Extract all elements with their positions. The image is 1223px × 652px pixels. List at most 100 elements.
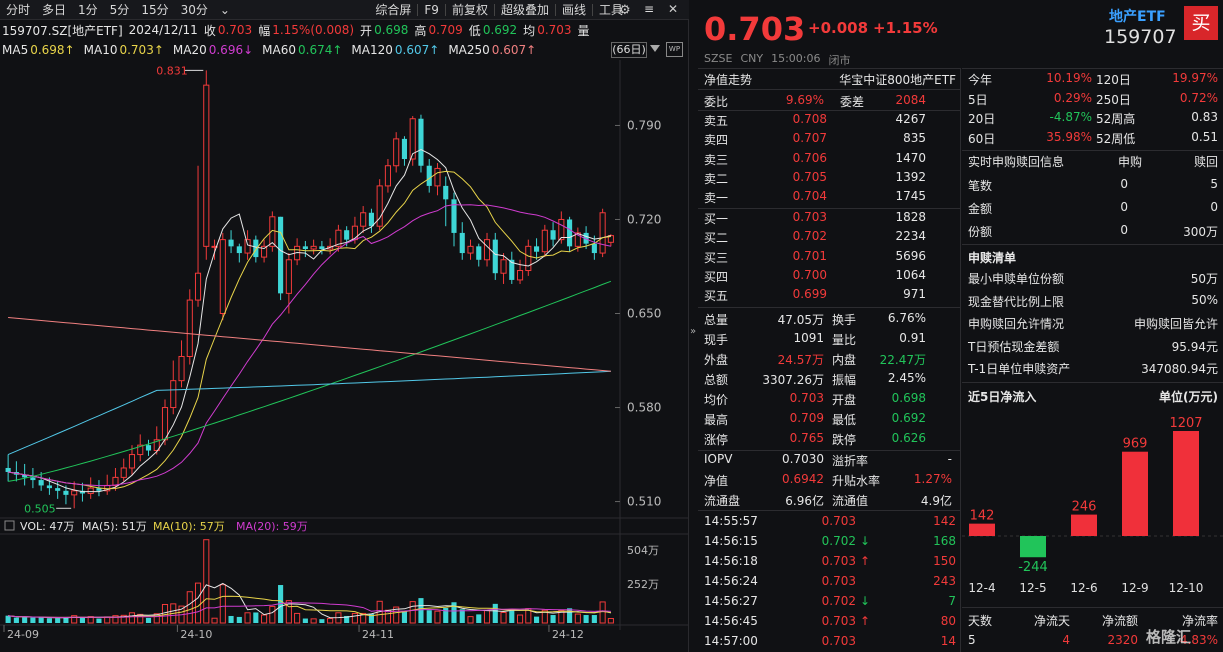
iopv-value: - xyxy=(947,452,952,466)
summary-value: 2320 xyxy=(1107,633,1138,647)
divider xyxy=(962,382,1223,383)
volume-bar xyxy=(591,615,597,623)
volume-bar xyxy=(351,612,358,624)
stat-label: 总额 xyxy=(704,373,729,387)
trade-volume: 150 xyxy=(933,554,956,568)
buy-button[interactable]: 买 xyxy=(1184,6,1218,40)
ma-label-ma60: MA60 xyxy=(262,43,296,57)
stat-label: 外盘 xyxy=(704,353,729,367)
stat-label: 总量 xyxy=(704,313,729,327)
ask-volume: 835 xyxy=(903,131,926,146)
candle-body xyxy=(310,245,317,250)
dropdown-triangle-icon[interactable] xyxy=(650,45,660,52)
bid-volume: 1064 xyxy=(895,267,926,282)
ask-volume: 4267 xyxy=(895,112,926,126)
ma-label-ma10: MA10 xyxy=(83,43,118,57)
trade-price: 0.703 xyxy=(821,634,856,648)
subscribe-row-label: 金额 xyxy=(968,202,993,216)
iopv-label: IOPV xyxy=(704,452,733,466)
forward-adjust-button[interactable]: 前复权 xyxy=(446,1,494,18)
creation-list-label: 现金替代比例上限 xyxy=(968,294,1065,309)
iopv-value: 1.27% xyxy=(913,472,952,486)
tab-1min[interactable]: 1分 xyxy=(72,1,104,18)
stat-value: 1091 xyxy=(793,331,824,345)
kline-chart[interactable]: 0.790 0.720 0.650 0.580 0.510 0.831 0.505 VOL: … xyxy=(0,60,688,652)
candle-body xyxy=(128,454,136,469)
volume-bar xyxy=(145,617,152,623)
close-icon[interactable]: ✕ xyxy=(668,2,678,16)
inflow-unit: 单位(万元) xyxy=(1159,390,1218,404)
perf-value: 35.98% xyxy=(1046,129,1092,144)
inflow-date-label: 12-4 xyxy=(968,581,995,595)
overlay-button[interactable]: 超级叠加 xyxy=(495,1,555,18)
more-periods-icon[interactable]: ⌄ xyxy=(214,3,236,17)
volume-bar xyxy=(534,616,540,623)
bid-price: 0.700 xyxy=(792,267,827,282)
menu-icon[interactable]: ≡ xyxy=(644,2,654,16)
inflow-bar-label: -244 xyxy=(1018,560,1048,575)
candle-body xyxy=(459,232,465,254)
redeem-value: 300万 xyxy=(1183,225,1218,239)
volume-bar xyxy=(327,618,334,624)
inflow-bar xyxy=(1173,431,1199,536)
candle-body xyxy=(178,355,185,382)
vol-label: 量 xyxy=(577,23,590,38)
subscribe-value: 0 xyxy=(1120,177,1128,191)
etf-code: 159707 xyxy=(1104,26,1177,48)
ask-price: 0.704 xyxy=(792,189,827,204)
stat-value: 0.692 xyxy=(891,411,926,425)
stat-value: 0.698 xyxy=(891,391,926,405)
tab-intraday[interactable]: 分时 xyxy=(0,1,36,18)
bid-volume: 5696 xyxy=(895,248,926,263)
ma60-line xyxy=(8,280,612,482)
ma5-line xyxy=(8,149,612,493)
min-price-label: 0.505 xyxy=(24,502,56,515)
amp-value: 1.15%(0.008) xyxy=(272,23,355,37)
exchange: SZSE xyxy=(704,52,733,65)
wp-icon[interactable]: WP xyxy=(666,42,683,57)
avg-label: 均 xyxy=(523,23,536,38)
trade-time: 14:56:24 xyxy=(704,574,758,588)
ma-label-ma250: MA250 xyxy=(448,43,490,57)
bid-level-label: 买一 xyxy=(704,212,729,226)
volume-bar xyxy=(401,611,408,623)
f9-button[interactable]: F9 xyxy=(418,3,445,17)
perf-label: 今年 xyxy=(968,73,993,87)
composite-screen-button[interactable]: 综合屏 xyxy=(369,1,417,18)
stat-label: 现手 xyxy=(704,333,729,347)
ma250-line xyxy=(8,317,611,372)
perf-value: 0.72% xyxy=(1179,90,1218,105)
trade-volume: 168 xyxy=(933,534,956,548)
candle-body xyxy=(360,212,367,227)
tab-30min[interactable]: 30分 xyxy=(175,1,214,18)
days-selector[interactable]: (66日) xyxy=(611,42,647,58)
ask-level-label: 卖三 xyxy=(704,152,729,167)
subscribe-row-label: 笔数 xyxy=(968,179,993,193)
candle-body xyxy=(253,239,259,258)
volume-bar xyxy=(186,591,193,624)
volume-bar xyxy=(244,612,251,624)
gear-icon[interactable]: ⚙ xyxy=(619,3,631,18)
candle-body xyxy=(591,243,597,254)
draw-line-button[interactable]: 画线 xyxy=(556,1,592,18)
price-tick-label: 0.790 xyxy=(627,118,661,132)
volume-bar xyxy=(607,618,614,624)
quote-line: 159707.SZ[地产ETF] 2024/12/11 收 0.703 幅 1.15… xyxy=(2,21,590,39)
tab-multiday[interactable]: 多日 xyxy=(36,1,72,18)
tab-15min[interactable]: 15分 xyxy=(135,1,174,18)
candle-body xyxy=(541,229,548,253)
candle-body xyxy=(426,165,432,186)
stat-value: 0.709 xyxy=(789,411,824,425)
vol-ma10-line xyxy=(8,595,611,619)
redeem-value: 0 xyxy=(1210,200,1218,214)
inflow-bar-label: 969 xyxy=(1123,437,1148,452)
ma-value-ma20: 0.696↓ xyxy=(208,43,254,57)
volume-bar xyxy=(500,611,507,624)
subscribe-col: 申购 xyxy=(1117,155,1142,169)
bid-price: 0.702 xyxy=(792,229,827,244)
tab-5min[interactable]: 5分 xyxy=(104,1,136,18)
iopv-label: 净值 xyxy=(704,474,729,488)
order-ratio-label: 委比 xyxy=(704,95,729,109)
inflow-bar-label: 142 xyxy=(970,509,995,524)
trade-price: 0.703 xyxy=(821,614,856,628)
